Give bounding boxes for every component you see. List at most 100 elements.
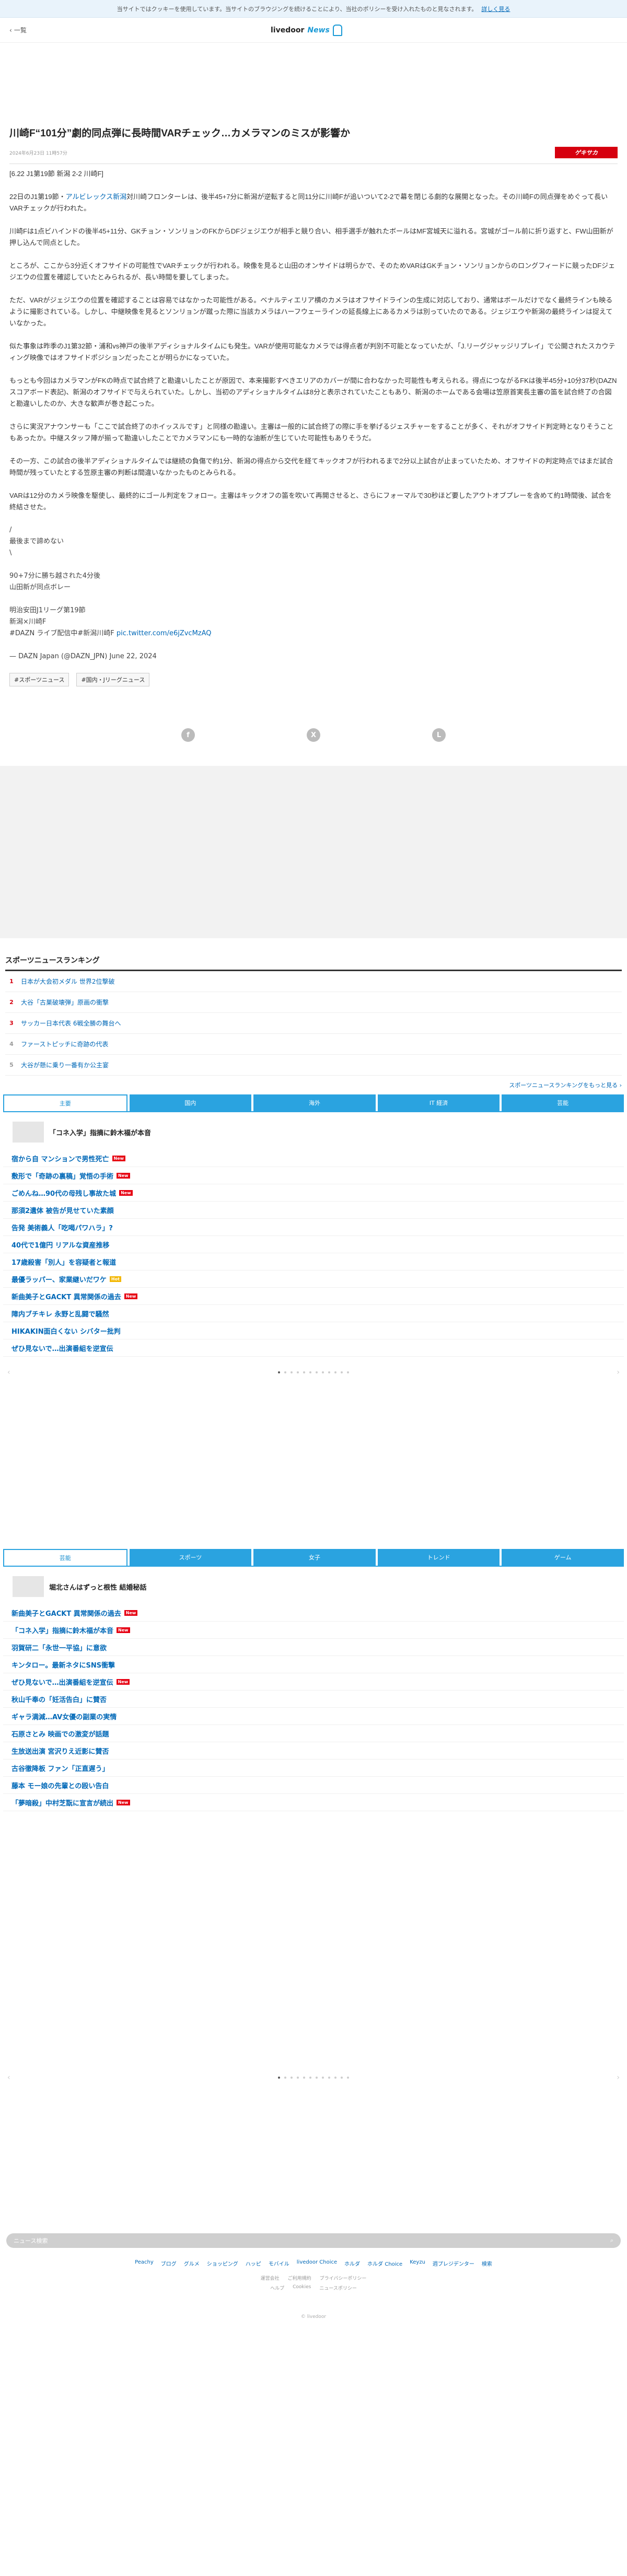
pager-dot[interactable] — [316, 1371, 318, 1373]
chevron-left-icon[interactable]: ‹ — [7, 1368, 10, 1377]
topic-item[interactable]: 宿から自 マンションで男性死亡 New — [3, 1150, 624, 1167]
topic-item[interactable]: 石原さとみ 映画での激変が話題 — [3, 1725, 624, 1742]
ranking-more-link[interactable]: スポーツニュースランキングをもっと見る › — [5, 1076, 622, 1094]
footer-link[interactable]: 検索 — [482, 2259, 492, 2267]
pager-dot[interactable] — [328, 2077, 330, 2079]
logo[interactable]: livedoor News — [271, 24, 342, 36]
topic-item[interactable]: ギャラ満減…AV女優の副業の実情 — [3, 1708, 624, 1725]
tab[interactable]: 女子 — [253, 1549, 376, 1566]
tab[interactable]: ゲーム — [502, 1549, 624, 1566]
footer-link[interactable]: グルメ — [184, 2259, 200, 2267]
topic-item[interactable]: 「夢暗殺」中村芝翫に宣言が続出 New — [3, 1794, 624, 1811]
pager-dot[interactable] — [309, 1371, 311, 1373]
ranking-item[interactable]: 1 日本が大会初メダル 世界2位撃破 — [5, 971, 622, 992]
footer-link[interactable]: ヘルプ — [270, 2284, 284, 2291]
cookie-link[interactable]: 詳しく見る — [481, 5, 510, 13]
chevron-left-icon[interactable]: ‹ — [7, 2073, 10, 2082]
pager-dot[interactable] — [278, 2077, 280, 2079]
topic-item[interactable]: ごめんね…90代の母残し事故た城 New — [3, 1184, 624, 1202]
topic-item[interactable]: キンタロー。最新ネタにSNS衝撃 — [3, 1656, 624, 1673]
tweet-pic-link[interactable]: pic.twitter.com/e6jZvcMzAQ — [117, 630, 212, 637]
topic-item[interactable]: 40代で1億円 リアルな資産推移 — [3, 1236, 624, 1253]
topic-headline[interactable]: 堀北さんはずっと根性 結婚秘話 — [0, 1567, 627, 1604]
ranking-item[interactable]: 2 大谷「古巣破壊弾」原画の衝撃 — [5, 992, 622, 1013]
pager-dot[interactable] — [284, 2077, 286, 2079]
tab[interactable]: 主要 — [3, 1094, 127, 1111]
pager-dot[interactable] — [328, 1371, 330, 1373]
topic-item[interactable]: ぜひ見ないで…出演番組を逆宣伝 New — [3, 1673, 624, 1691]
pager-dot[interactable] — [322, 2077, 324, 2079]
tab[interactable]: 国内 — [129, 1094, 252, 1111]
chevron-right-icon[interactable]: › — [617, 2073, 620, 2082]
footer-link[interactable]: Keyzu — [410, 2259, 425, 2267]
tab[interactable]: スポーツ — [129, 1549, 252, 1566]
footer-link[interactable]: ホルダ — [344, 2259, 360, 2267]
pager-dot[interactable] — [297, 2077, 299, 2079]
pager-dot[interactable] — [347, 2077, 349, 2079]
footer-link[interactable]: ご利用規約 — [288, 2275, 311, 2281]
topic-item[interactable]: 新曲美子とGACKT 異常関係の過去 New — [3, 1604, 624, 1622]
source-logo[interactable]: ゲキサカ — [555, 147, 618, 158]
topic-item[interactable]: 最優ラッパー、家業継いだワケ Hot — [3, 1270, 624, 1288]
footer-link[interactable]: Peachy — [135, 2259, 154, 2267]
topic-item[interactable]: 障内ブチキレ 永野と乱闘で騒然 — [3, 1305, 624, 1322]
footer-link[interactable]: ハッピ — [246, 2259, 261, 2267]
topic-item[interactable]: 羽賀研二「永世一平協」に意欲 — [3, 1639, 624, 1656]
pager-dot[interactable] — [322, 1371, 324, 1373]
pager-dot[interactable] — [278, 1371, 280, 1373]
chevron-right-icon[interactable]: › — [617, 1368, 620, 1377]
topic-item[interactable]: HIKAKIN面白くない シバター批判 — [3, 1322, 624, 1339]
pager-dot[interactable] — [291, 2077, 293, 2079]
tab[interactable]: 芸能 — [502, 1094, 624, 1111]
footer-link[interactable]: ブログ — [161, 2259, 177, 2267]
footer-link[interactable]: ニュースポリシー — [319, 2284, 357, 2291]
topic-item[interactable]: 告発 美術義人「吃喝パワハラ」? — [3, 1219, 624, 1236]
line-share-icon[interactable]: L — [432, 728, 446, 742]
pager-dot[interactable] — [316, 2077, 318, 2079]
pager-dot[interactable] — [303, 2077, 305, 2079]
pager-dot[interactable] — [297, 1371, 299, 1373]
tab[interactable]: トレンド — [377, 1549, 500, 1566]
pager-dot[interactable] — [334, 1371, 336, 1373]
topic-item[interactable]: 17歳殺害「別人」を容疑者と報道 — [3, 1253, 624, 1270]
ranking-item[interactable]: 3 サッカー日本代表 6戦全勝の舞台へ — [5, 1013, 622, 1034]
ranking-item[interactable]: 5 大谷が懸に乗り一番有か公主宴 — [5, 1055, 622, 1076]
team-link[interactable]: アルビレックス新潟 — [66, 193, 126, 201]
facebook-share-icon[interactable]: f — [181, 728, 195, 742]
topic-item[interactable]: 那須2遺体 被告が見せていた素顔 — [3, 1202, 624, 1219]
pager-dot[interactable] — [341, 1371, 343, 1373]
pager-dot[interactable] — [303, 1371, 305, 1373]
topic-item[interactable]: 敷形で「奇跡の裏稿」覚悟の手術 New — [3, 1167, 624, 1184]
ranking-item[interactable]: 4 ファーストピッチに奇跡の代表 — [5, 1034, 622, 1055]
topic-item[interactable]: 古谷徹降板 ファン「正直遅う」 — [3, 1759, 624, 1777]
topic-item[interactable]: 秋山千奉の「妊活告白」に賛否 — [3, 1691, 624, 1708]
topic-item[interactable]: 藤本 モー娘の先輩との殴い告白 — [3, 1777, 624, 1794]
topic-item[interactable]: 生放送出演 宮沢りえ近影に賛否 — [3, 1742, 624, 1759]
x-share-icon[interactable]: X — [307, 728, 320, 742]
footer-link[interactable]: livedoor Choice — [297, 2259, 337, 2267]
topic-item[interactable]: ぜひ見ないで…出演番組を逆宣伝 — [3, 1339, 624, 1357]
topic-headline[interactable]: 「コネ入学」指摘に鈴木福が本音 — [0, 1112, 627, 1150]
footer-link[interactable]: Cookies — [293, 2284, 311, 2291]
footer-search[interactable]: ニュース検索 ⌕ — [6, 2233, 621, 2248]
pager-dot[interactable] — [309, 2077, 311, 2079]
pager-dot[interactable] — [291, 1371, 293, 1373]
footer-link[interactable]: ホルダ Choice — [367, 2259, 402, 2267]
pager-dot[interactable] — [334, 2077, 336, 2079]
topic-item[interactable]: 「コネ入学」指摘に鈴木福が本音 New — [3, 1622, 624, 1639]
topic-item[interactable]: 新曲美子とGACKT 異常関係の過去 New — [3, 1288, 624, 1305]
tag[interactable]: #スポーツニュース — [9, 673, 69, 686]
back-button[interactable]: ‹ 一覧 — [9, 26, 27, 34]
footer-link[interactable]: ショッピング — [207, 2259, 238, 2267]
pager-dot[interactable] — [341, 2077, 343, 2079]
pager-dot[interactable] — [284, 1371, 286, 1373]
footer-link[interactable]: プライバシーポリシー — [320, 2275, 367, 2281]
tab[interactable]: IT 経済 — [377, 1094, 500, 1111]
footer-link[interactable]: 週プレジデンター — [433, 2259, 474, 2267]
search-icon[interactable]: ⌕ — [610, 2237, 613, 2244]
tab[interactable]: 海外 — [253, 1094, 376, 1111]
tag[interactable]: #国内・Jリーグニュース — [76, 673, 150, 686]
pager-dot[interactable] — [347, 1371, 349, 1373]
footer-link[interactable]: 運営会社 — [261, 2275, 280, 2281]
tab[interactable]: 芸能 — [3, 1549, 127, 1566]
